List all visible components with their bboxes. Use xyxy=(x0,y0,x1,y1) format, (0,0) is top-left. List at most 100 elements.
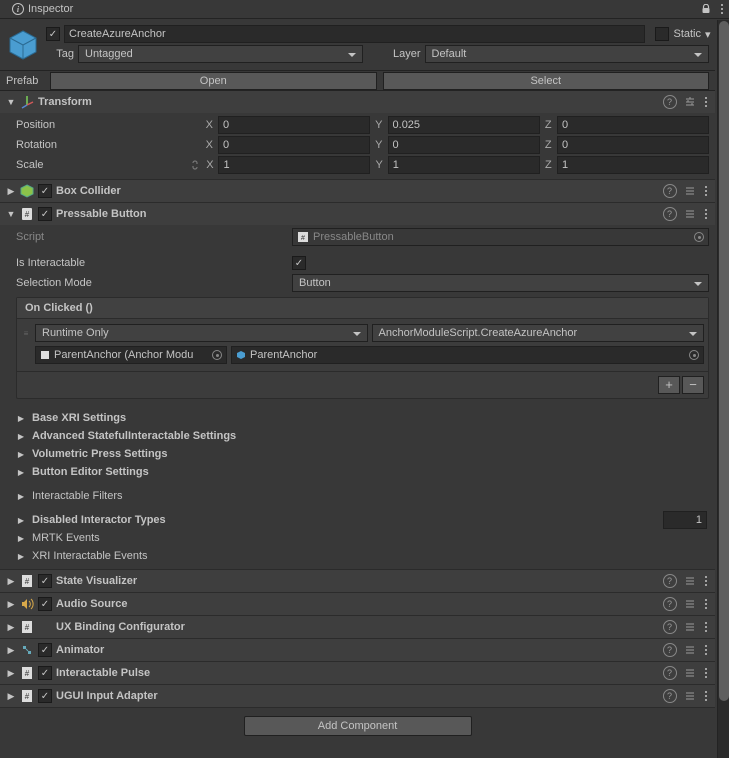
target-object-field[interactable]: ParentAnchor (Anchor Modu xyxy=(35,346,227,364)
svg-text:#: # xyxy=(25,210,30,219)
svg-text:#: # xyxy=(25,623,30,632)
preset-icon[interactable] xyxy=(683,689,697,703)
base-xri-foldout[interactable]: ▶ xyxy=(16,414,26,423)
inspector-tab[interactable]: i Inspector xyxy=(4,1,81,17)
preset-icon[interactable] xyxy=(683,597,697,611)
preset-icon[interactable] xyxy=(683,207,697,221)
help-icon[interactable]: ? xyxy=(663,597,677,611)
preset-icon[interactable] xyxy=(683,620,697,634)
pulse-foldout[interactable]: ▶ xyxy=(6,668,16,679)
component-menu-icon[interactable] xyxy=(703,597,710,612)
base-xri-label: Base XRI Settings xyxy=(32,412,126,424)
component-menu-icon[interactable] xyxy=(703,95,710,110)
static-checkbox[interactable] xyxy=(655,27,669,41)
prefab-open-button[interactable]: Open xyxy=(50,72,377,90)
runtime-dropdown[interactable]: Runtime Only xyxy=(35,324,368,342)
xri-events-label: XRI Interactable Events xyxy=(32,550,148,562)
help-icon[interactable]: ? xyxy=(663,666,677,680)
selection-mode-dropdown[interactable]: Button xyxy=(292,274,709,292)
animator-title: Animator xyxy=(56,644,659,656)
position-x-input[interactable] xyxy=(218,116,370,134)
preset-icon[interactable] xyxy=(683,95,697,109)
object-picker-icon[interactable] xyxy=(689,350,699,360)
help-icon[interactable]: ? xyxy=(663,184,677,198)
scale-z-input[interactable] xyxy=(557,156,709,174)
xri-events-foldout[interactable]: ▶ xyxy=(16,552,26,561)
rotation-x-input[interactable] xyxy=(218,136,370,154)
function-dropdown[interactable]: AnchorModuleScript.CreateAzureAnchor xyxy=(372,324,705,342)
help-icon[interactable]: ? xyxy=(663,689,677,703)
rotation-z-input[interactable] xyxy=(557,136,709,154)
audio-enabled-checkbox[interactable] xyxy=(38,597,52,611)
component-menu-icon[interactable] xyxy=(703,184,710,199)
preset-icon[interactable] xyxy=(683,666,697,680)
lock-icon[interactable] xyxy=(701,4,711,14)
layer-dropdown[interactable]: Default xyxy=(425,45,710,63)
tag-dropdown[interactable]: Untagged xyxy=(78,45,363,63)
help-icon[interactable]: ? xyxy=(663,620,677,634)
ux-bind-title: UX Binding Configurator xyxy=(56,621,659,633)
component-menu-icon[interactable] xyxy=(703,666,710,681)
help-icon[interactable]: ? xyxy=(663,207,677,221)
help-icon[interactable]: ? xyxy=(663,574,677,588)
object-picker-icon[interactable] xyxy=(212,350,222,360)
mrtk-events-foldout[interactable]: ▶ xyxy=(16,534,26,543)
remove-event-button[interactable]: − xyxy=(682,376,704,394)
preset-icon[interactable] xyxy=(683,184,697,198)
pressable-foldout[interactable]: ▼ xyxy=(6,209,16,219)
state-vis-title: State Visualizer xyxy=(56,575,659,587)
tab-title: Inspector xyxy=(28,3,73,15)
preset-icon[interactable] xyxy=(683,643,697,657)
vertical-scrollbar[interactable] xyxy=(717,20,729,758)
component-menu-icon[interactable] xyxy=(703,643,710,658)
help-icon[interactable]: ? xyxy=(663,643,677,657)
animator-enabled-checkbox[interactable] xyxy=(38,643,52,657)
is-interactable-checkbox[interactable] xyxy=(292,256,306,270)
scale-y-input[interactable] xyxy=(388,156,540,174)
selection-mode-label: Selection Mode xyxy=(16,277,288,289)
prefab-cube-icon xyxy=(6,28,40,62)
position-y-input[interactable] xyxy=(388,116,540,134)
component-menu-icon[interactable] xyxy=(703,689,710,704)
gameobject-name-input[interactable] xyxy=(64,25,645,43)
btn-editor-foldout[interactable]: ▶ xyxy=(16,468,26,477)
component-menu-icon[interactable] xyxy=(703,620,710,635)
component-menu-icon[interactable] xyxy=(703,207,710,222)
scale-label: Scale xyxy=(16,159,185,171)
scrollbar-thumb[interactable] xyxy=(719,21,729,701)
ugui-enabled-checkbox[interactable] xyxy=(38,689,52,703)
audio-foldout[interactable]: ▶ xyxy=(6,599,16,610)
drag-handle-icon[interactable]: ≡ xyxy=(21,330,31,337)
scale-x-input[interactable] xyxy=(218,156,370,174)
pulse-enabled-checkbox[interactable] xyxy=(38,666,52,680)
disabled-types-foldout[interactable]: ▶ xyxy=(16,516,26,525)
ugui-foldout[interactable]: ▶ xyxy=(6,691,16,702)
adv-stateful-foldout[interactable]: ▶ xyxy=(16,432,26,441)
inter-filters-foldout[interactable]: ▶ xyxy=(16,492,26,501)
animator-foldout[interactable]: ▶ xyxy=(6,645,16,656)
pressable-title: Pressable Button xyxy=(56,208,659,220)
add-component-button[interactable]: Add Component xyxy=(244,716,472,736)
preset-icon[interactable] xyxy=(683,574,697,588)
panel-menu-icon[interactable] xyxy=(719,2,726,17)
audio-title: Audio Source xyxy=(56,598,659,610)
pressable-enabled-checkbox[interactable] xyxy=(38,207,52,221)
boxcollider-foldout[interactable]: ▶ xyxy=(6,186,16,197)
help-icon[interactable]: ? xyxy=(663,95,677,109)
position-z-input[interactable] xyxy=(557,116,709,134)
rotation-y-input[interactable] xyxy=(388,136,540,154)
ux-bind-foldout[interactable]: ▶ xyxy=(6,622,16,633)
state-vis-enabled-checkbox[interactable] xyxy=(38,574,52,588)
component-menu-icon[interactable] xyxy=(703,574,710,589)
boxcollider-enabled-checkbox[interactable] xyxy=(38,184,52,198)
state-vis-foldout[interactable]: ▶ xyxy=(6,576,16,587)
static-dropdown-arrow[interactable]: ▾ xyxy=(705,28,709,41)
scale-link-icon[interactable] xyxy=(189,159,201,171)
disabled-types-count[interactable]: 1 xyxy=(663,511,707,529)
prefab-select-button[interactable]: Select xyxy=(383,72,710,90)
transform-foldout[interactable]: ▼ xyxy=(6,97,16,107)
argument-object-field[interactable]: ParentAnchor xyxy=(231,346,704,364)
vol-press-foldout[interactable]: ▶ xyxy=(16,450,26,459)
add-event-button[interactable]: + xyxy=(658,376,680,394)
gameobject-enabled-checkbox[interactable] xyxy=(46,27,60,41)
